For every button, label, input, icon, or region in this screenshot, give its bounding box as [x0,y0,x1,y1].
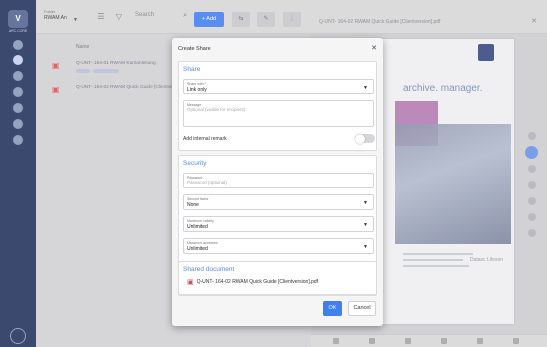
chevron-down-icon: ▼ [363,200,368,206]
cancel-button[interactable]: Cancel [348,301,376,316]
message-placeholder: Optional (visible for recipient) [187,107,246,112]
share-with-label: Share with * [187,82,206,86]
second-factor-label: Second factor [187,197,209,201]
share-with-select[interactable]: Share with * Link only ▼ [183,79,374,94]
chevron-down-icon: ▼ [363,222,368,228]
internal-remark-toggle[interactable] [355,133,375,144]
ok-button[interactable]: OK [323,301,342,316]
dialog-title: Create Share [178,46,211,52]
close-icon[interactable]: ✕ [371,44,377,52]
shared-document-title: Shared document [183,266,235,273]
maximum-accesses-label: Maximum accesses [187,241,218,245]
shared-document-item[interactable]: ▣ Q-UNT- 164-02 RWAM Quick Guide [Clientv… [187,278,318,286]
maximum-validity-value: Unlimited [187,224,208,230]
toggle-knob [355,133,365,144]
share-with-value: Link only [187,87,207,93]
shared-document-section: Shared document ▣ Q-UNT- 164-02 RWAM Quic… [178,261,377,295]
share-section-title: Share [183,66,201,73]
message-field[interactable]: Message Optional (visible for recipient) [183,100,374,127]
maximum-validity-label: Maximum validity [187,219,214,223]
share-section: Share Share with * Link only ▼ Message O… [178,61,377,151]
chevron-down-icon: ▼ [363,244,368,250]
chevron-down-icon: ▼ [363,85,368,91]
pdf-icon: ▣ [187,279,194,286]
internal-remark-label: Add internal remark [183,136,227,142]
shared-document-name: Q-UNT- 164-02 RWAM Quick Guide [Clientve… [196,279,319,285]
maximum-accesses-select[interactable]: Maximum accesses Unlimited ▼ [183,238,374,254]
maximum-accesses-value: Unlimited [187,246,208,252]
maximum-validity-select[interactable]: Maximum validity Unlimited ▼ [183,216,374,232]
second-factor-select[interactable]: Second factor None ▼ [183,194,374,210]
password-placeholder: Password (optional) [187,180,227,185]
second-factor-value: None [187,202,199,208]
security-section-title: Security [183,160,207,167]
create-share-dialog: Create Share ✕ Share Share with * Link o… [172,38,383,326]
password-field[interactable]: Password Password (optional) [183,173,374,188]
